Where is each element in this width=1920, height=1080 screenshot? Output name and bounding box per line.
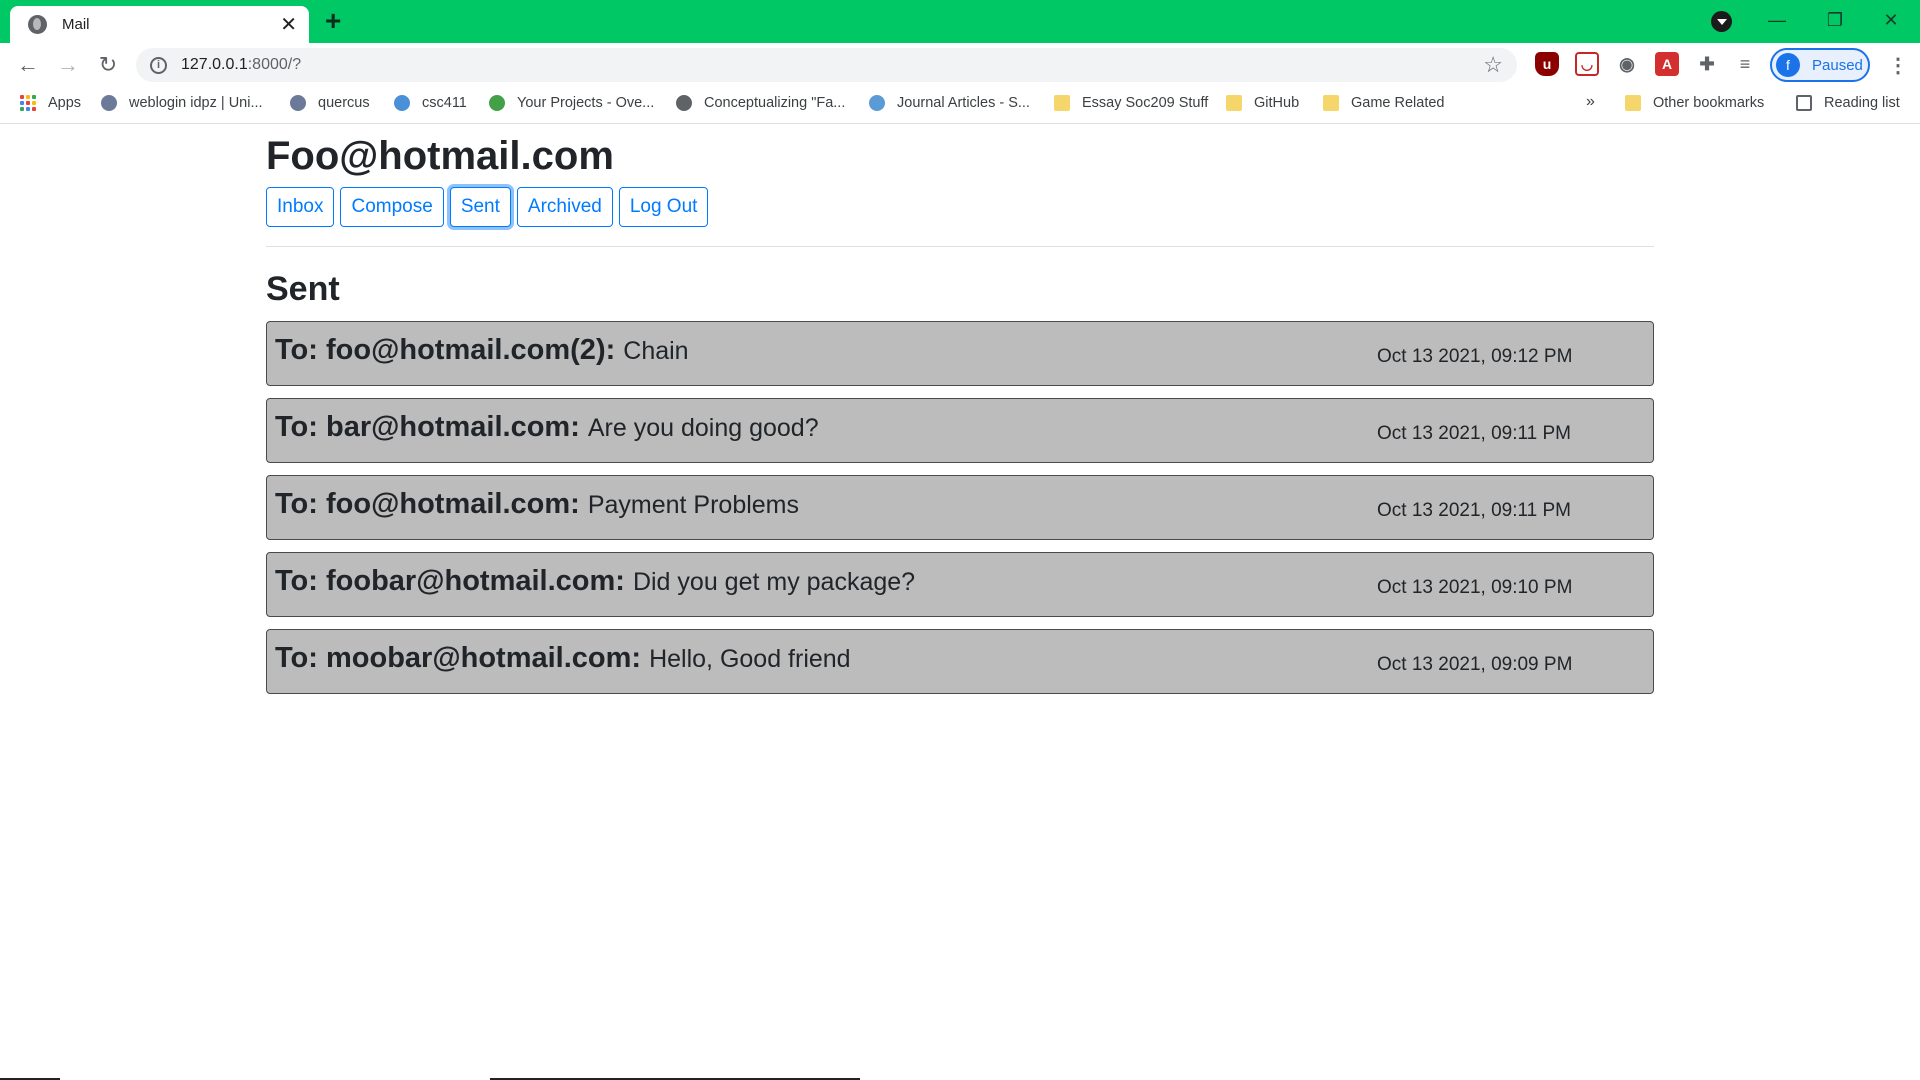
email-subject: Hello, Good friend bbox=[649, 645, 851, 673]
browser-titlebar: Mail ✕ + — ❐ ✕ bbox=[0, 0, 1920, 43]
email-row[interactable]: To: moobar@hotmail.com: Hello, Good frien… bbox=[266, 629, 1654, 694]
reading-list-icon bbox=[1796, 95, 1812, 111]
cloud-icon bbox=[869, 95, 885, 111]
bookmark-github[interactable]: GitHub bbox=[1226, 95, 1299, 111]
restore-icon[interactable]: ❐ bbox=[1806, 0, 1864, 40]
kebab-menu-icon[interactable]: ⋮ bbox=[1888, 53, 1908, 78]
email-subject: Are you doing good? bbox=[587, 414, 819, 442]
email-timestamp: Oct 13 2021, 09:12 PM bbox=[1377, 346, 1573, 367]
email-recipient: To: foobar@hotmail.com: bbox=[275, 565, 625, 597]
pocket-icon[interactable]: ◡ bbox=[1575, 52, 1599, 76]
bookmark-star-icon[interactable]: ☆ bbox=[1483, 52, 1503, 78]
browser-tab[interactable]: Mail ✕ bbox=[10, 6, 309, 43]
leaf-icon bbox=[489, 95, 505, 111]
back-arrow-icon[interactable]: ← bbox=[14, 51, 42, 79]
folder-icon bbox=[1625, 95, 1641, 111]
reading-list-button[interactable]: Reading list bbox=[1796, 95, 1900, 111]
email-row[interactable]: To: bar@hotmail.com: Are you doing good? … bbox=[266, 398, 1654, 463]
bookmark-other[interactable]: Other bookmarks bbox=[1625, 95, 1764, 111]
sent-button[interactable]: Sent bbox=[449, 187, 511, 227]
address-bar[interactable]: i 127.0.0.1:8000/? ☆ bbox=[136, 48, 1517, 82]
email-subject: Payment Problems bbox=[587, 491, 800, 519]
inbox-button[interactable]: Inbox bbox=[266, 187, 335, 227]
email-recipient: To: moobar@hotmail.com: bbox=[275, 642, 642, 674]
profile-status: Paused bbox=[1812, 56, 1863, 74]
email-timestamp: Oct 13 2021, 09:11 PM bbox=[1377, 423, 1571, 444]
archived-button[interactable]: Archived bbox=[516, 187, 613, 227]
email-row[interactable]: To: foo@hotmail.com: Payment Problems Oct… bbox=[266, 475, 1654, 540]
account-email: Foo@hotmail.com bbox=[266, 134, 614, 178]
camera-icon[interactable]: ◉ bbox=[1615, 52, 1639, 76]
bookmark-weblogin[interactable]: weblogin idpz | Uni... bbox=[101, 95, 263, 111]
bookmark-essay-soc209[interactable]: Essay Soc209 Stuff bbox=[1054, 95, 1208, 111]
bookmark-quercus[interactable]: quercus bbox=[290, 95, 370, 111]
browser-toolbar: ← → ↻ i 127.0.0.1:8000/? ☆ u ◡ ◉ A ✚ ≡ f… bbox=[0, 43, 1920, 86]
snowflake-icon bbox=[394, 95, 410, 111]
bookmark-conceptualizing[interactable]: Conceptualizing "Fa... bbox=[676, 95, 845, 111]
email-subject: Chain bbox=[623, 337, 689, 365]
profile-button[interactable]: f Paused bbox=[1770, 48, 1870, 82]
globe-icon bbox=[676, 95, 692, 111]
media-queue-icon[interactable]: ≡ bbox=[1733, 52, 1757, 76]
extensions-puzzle-icon[interactable]: ✚ bbox=[1695, 52, 1719, 76]
logout-button[interactable]: Log Out bbox=[618, 187, 709, 227]
ublock-icon[interactable]: u bbox=[1535, 52, 1559, 76]
folder-icon bbox=[1323, 95, 1339, 111]
folder-icon bbox=[1226, 95, 1242, 111]
email-recipient: To: foo@hotmail.com: bbox=[275, 488, 580, 520]
section-title: Sent bbox=[266, 270, 340, 308]
pdf-icon[interactable]: A bbox=[1655, 52, 1679, 76]
email-timestamp: Oct 13 2021, 09:11 PM bbox=[1377, 500, 1571, 521]
folder-icon bbox=[1054, 95, 1070, 111]
bookmarks-bar: Apps weblogin idpz | Uni... quercus csc4… bbox=[0, 86, 1920, 124]
bookmark-game-related[interactable]: Game Related bbox=[1323, 95, 1445, 111]
mail-nav: Inbox Compose Sent Archived Log Out bbox=[266, 187, 709, 227]
email-row[interactable]: To: foobar@hotmail.com: Did you get my pa… bbox=[266, 552, 1654, 617]
globe-icon bbox=[290, 95, 306, 111]
tab-search-icon[interactable] bbox=[1711, 11, 1732, 32]
email-timestamp: Oct 13 2021, 09:09 PM bbox=[1377, 654, 1573, 675]
email-timestamp: Oct 13 2021, 09:10 PM bbox=[1377, 577, 1573, 598]
window-close-icon[interactable]: ✕ bbox=[1862, 0, 1920, 40]
close-icon[interactable]: ✕ bbox=[280, 15, 297, 35]
reload-icon[interactable]: ↻ bbox=[94, 51, 122, 79]
bookmark-journal-articles[interactable]: Journal Articles - S... bbox=[869, 95, 1030, 111]
tab-title: Mail bbox=[62, 16, 90, 33]
divider bbox=[266, 246, 1654, 247]
email-subject: Did you get my package? bbox=[632, 568, 916, 596]
bookmark-apps[interactable]: Apps bbox=[20, 95, 81, 111]
compose-button[interactable]: Compose bbox=[340, 187, 444, 227]
avatar: f bbox=[1776, 53, 1800, 77]
bookmarks-overflow-button[interactable]: » bbox=[1586, 93, 1595, 111]
minimize-icon[interactable]: — bbox=[1748, 0, 1806, 40]
apps-grid-icon bbox=[20, 95, 36, 111]
email-row[interactable]: To: foo@hotmail.com(2): Chain Oct 13 2021… bbox=[266, 321, 1654, 386]
bookmark-your-projects[interactable]: Your Projects - Ove... bbox=[489, 95, 654, 111]
email-recipient: To: bar@hotmail.com: bbox=[275, 411, 580, 443]
forward-arrow-icon[interactable]: → bbox=[54, 51, 82, 79]
new-tab-button[interactable]: + bbox=[325, 6, 341, 36]
bookmark-csc411[interactable]: csc411 bbox=[394, 95, 467, 111]
url-text: 127.0.0.1:8000/? bbox=[181, 56, 302, 73]
globe-icon bbox=[28, 15, 47, 34]
email-recipient: To: foo@hotmail.com(2): bbox=[275, 334, 616, 366]
globe-icon bbox=[101, 95, 117, 111]
email-list: To: foo@hotmail.com(2): Chain Oct 13 2021… bbox=[266, 321, 1654, 706]
info-icon[interactable]: i bbox=[150, 56, 167, 74]
